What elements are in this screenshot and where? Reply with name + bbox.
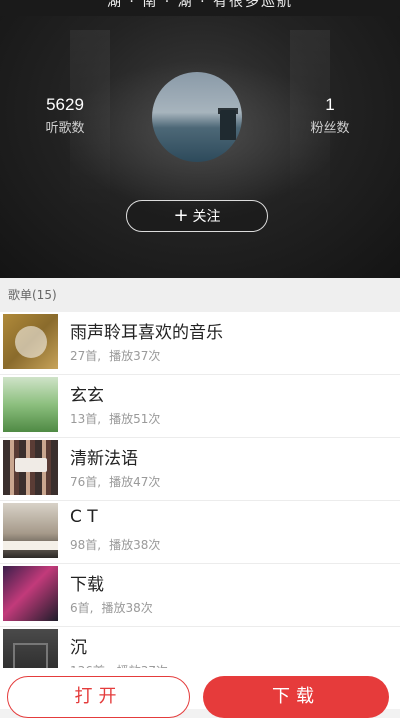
avatar-tower [220,110,236,140]
profile-header: 湖 · 南 · 湖 · 有很多巡航 5629 听歌数 1 粉丝数 + 关注 [0,0,400,278]
playlist-meta: 27首, 播放37次 [70,347,160,364]
cover-label-band [3,541,58,550]
cover-frame [13,643,48,671]
playlist-item[interactable]: 玄玄 13首, 播放51次 [0,375,400,438]
playlist-song-count: 6首, [70,601,94,615]
playlist-cover [3,503,58,558]
follow-button-label: 关注 [192,209,221,225]
plus-icon: + [173,205,189,226]
playlist-play-count: 播放47次 [109,475,161,489]
playlist-song-count: 76首, [70,475,102,489]
playlist-meta: 13首, 播放51次 [70,410,160,427]
playlist-item[interactable]: 清新法语 76首, 播放47次 [0,438,400,501]
follow-button[interactable]: + 关注 [126,200,268,232]
playlist-cover [3,440,58,495]
playlist-title: C T [70,507,98,527]
playlist-cover [3,377,58,432]
playlist-title: 玄玄 [70,386,104,406]
playlist-title: 下载 [70,575,104,595]
playlist-song-count: 13首, [70,412,102,426]
playlist-meta: 6首, 播放38次 [70,599,153,616]
playlist-title: 沉 [70,638,87,658]
playlist-play-count: 播放38次 [109,538,161,552]
playlist-meta: 76首, 播放47次 [70,473,160,490]
avatar[interactable] [152,72,242,162]
download-button[interactable]: 下载 [203,676,389,718]
playlist-meta: 98首, 播放38次 [70,536,160,553]
playlist-song-count: 98首, [70,538,102,552]
fans-count: 1 [325,95,335,114]
playlist-title: 雨声聆耳喜欢的音乐 [70,323,223,343]
playlist-play-count: 播放51次 [109,412,161,426]
playlist-item[interactable]: 下载 6首, 播放38次 [0,564,400,627]
playlist-play-count: 播放37次 [109,349,161,363]
playlist-cover [3,566,58,621]
listen-count: 5629 [46,95,84,114]
playlist-cover [3,314,58,369]
playlist-title: 清新法语 [70,449,138,469]
fans-count-label: 粉丝数 [310,121,350,136]
listen-count-label: 听歌数 [45,121,85,136]
playlist-section-header: 歌单(15) [0,278,400,312]
cover-label-band [15,458,47,472]
playlist-play-count: 播放38次 [101,601,153,615]
playlist-item[interactable]: C T 98首, 播放38次 [0,501,400,564]
playlist-list: 雨声聆耳喜欢的音乐 27首, 播放37次 玄玄 13首, 播放51次 清新法语 76… [0,312,400,690]
listen-count-stat[interactable]: 5629 听歌数 [15,95,115,136]
fans-count-stat[interactable]: 1 粉丝数 [280,95,380,136]
page-title: 湖 · 南 · 湖 · 有很多巡航 [0,0,400,16]
playlist-item[interactable]: 雨声聆耳喜欢的音乐 27首, 播放37次 [0,312,400,375]
bottom-action-bar: 打开 下载 [0,668,400,718]
playlist-song-count: 27首, [70,349,102,363]
open-button[interactable]: 打开 [7,676,190,718]
heart-icon [15,326,47,358]
